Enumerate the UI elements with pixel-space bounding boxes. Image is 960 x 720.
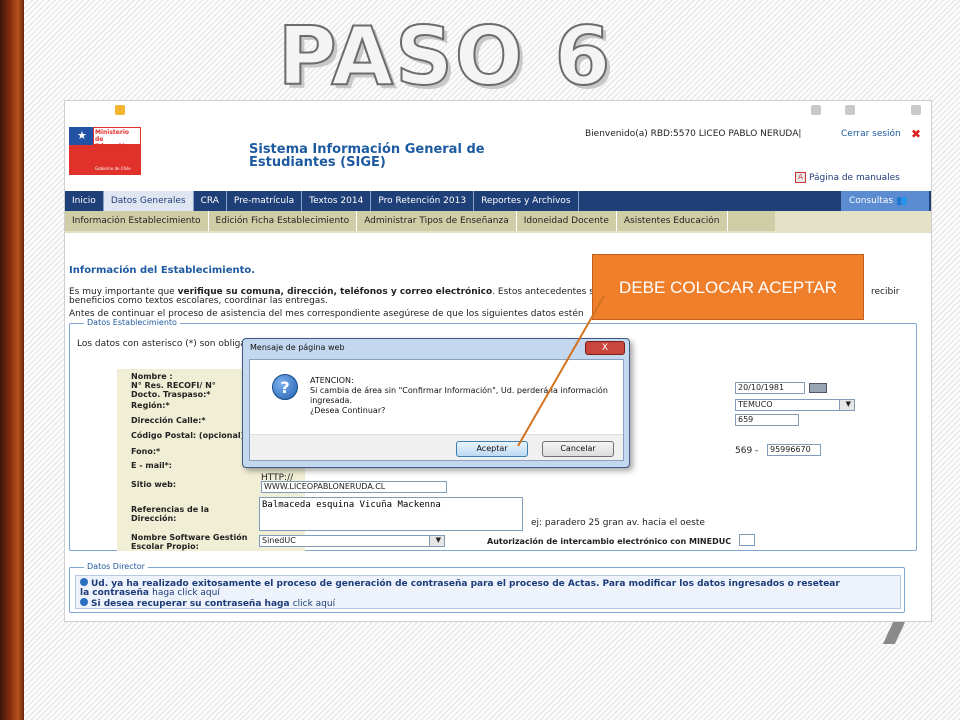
reset-link[interactable]: haga click aquí [152, 588, 220, 598]
intro-tail: recibir [871, 287, 900, 297]
label-region: Región:* [131, 401, 170, 410]
ministry-logo: ★ Ministerio de Educación Gobierno de Ch… [69, 127, 141, 175]
calendar-icon[interactable] [809, 383, 827, 393]
toolbar-icon [911, 105, 921, 115]
slide-left-bar [0, 0, 24, 720]
label-postal: Código Postal: (opcional) [131, 431, 245, 440]
info-bullet-icon [80, 578, 88, 586]
fieldset-legend: Datos Establecimiento [84, 318, 180, 327]
page-heading: Información del Establecimiento. [69, 265, 256, 276]
dialog-footer: Aceptar Cancelar [250, 434, 623, 460]
dialog-close-button[interactable]: X [585, 341, 625, 355]
slide-decoration [882, 622, 906, 644]
fono-input[interactable]: 95996670 [767, 444, 821, 456]
fecha-input[interactable]: 20/10/1981 [735, 382, 805, 394]
toolbar-icon [811, 105, 821, 115]
manual-label: Página de manuales [809, 173, 900, 183]
dialog-message: ATENCION: Si cambia de área sin "Confirm… [310, 376, 610, 416]
dialog-heading: ATENCION: [310, 376, 354, 385]
chevron-down-icon: ▼ [435, 536, 441, 544]
fono-code: 569 - [735, 446, 759, 456]
recover-link[interactable]: click aquí [293, 599, 335, 609]
main-nav: Inicio Datos Generales CRA Pre-matrícula… [65, 191, 931, 211]
director-legend: Datos Director [84, 562, 148, 571]
label-web: Sitio web: [131, 480, 177, 489]
label-referencias: Referencias de la Dirección: [131, 505, 210, 523]
slide-title: PASO 6 [277, 10, 613, 103]
tab-textos[interactable]: Textos 2014 [302, 191, 372, 211]
director-info-box: Ud. ya ha realizado exitosamente el proc… [75, 575, 901, 609]
dialog-title: Mensaje de página web [250, 343, 345, 352]
label-direccion: Dirección Calle:* [131, 416, 206, 425]
software-select[interactable]: SinedUC ▼ [259, 535, 445, 547]
subtab-idoneidad[interactable]: Idoneidad Docente [517, 211, 617, 231]
chevron-down-icon: ▼ [845, 400, 851, 408]
people-icon: 👥 [896, 196, 908, 206]
referencias-hint: ej: paradero 25 gran av. hacia el oeste [531, 518, 705, 528]
question-icon: ? [272, 374, 298, 400]
tab-pro-retencion[interactable]: Pro Retención 2013 [371, 191, 475, 211]
home-icon [115, 105, 125, 115]
close-icon[interactable]: ✖ [911, 127, 921, 141]
autorizacion-checkbox[interactable] [739, 534, 755, 546]
web-input[interactable]: WWW.LICEOPABLONERUDA.CL [261, 481, 447, 493]
info-text: la contraseña [80, 588, 149, 598]
pdf-icon: A [795, 172, 806, 183]
ministry-name: Ministerio de Educación [95, 129, 130, 150]
subtab-edicion[interactable]: Edición Ficha Establecimiento [209, 211, 358, 231]
intro-line-2: beneficios como textos escolares, coordi… [69, 296, 328, 306]
dialog-text: Si cambia de área sin "Confirmar Informa… [310, 386, 608, 405]
subtab-informacion[interactable]: Información Establecimiento [65, 211, 209, 231]
info-text: Si desea recuperar su contraseña haga [91, 599, 290, 609]
accept-button[interactable]: Aceptar [456, 441, 528, 457]
label-nombre: Nombre : [131, 372, 173, 381]
logout-link[interactable]: Cerrar sesión [841, 129, 901, 139]
subtab-asistentes[interactable]: Asistentes Educación [617, 211, 728, 231]
tab-pre-matricula[interactable]: Pre-matrícula [227, 191, 303, 211]
numero-input[interactable]: 659 [735, 414, 799, 426]
label-email: E - mail*: [131, 461, 172, 470]
comuna-value: TEMUCO [738, 400, 773, 409]
label-fono: Fono:* [131, 447, 161, 456]
info-line-1b: la contraseña haga click aquí [80, 588, 220, 598]
confirm-dialog: Mensaje de página web X ? ATENCION: Si c… [242, 338, 630, 468]
consultas-button[interactable]: Consultas 👥 [841, 191, 929, 211]
software-value: SinedUC [262, 536, 296, 545]
cancel-button[interactable]: Cancelar [542, 441, 614, 457]
browser-strip [65, 101, 931, 119]
tab-reportes[interactable]: Reportes y Archivos [474, 191, 579, 211]
manual-link[interactable]: A Página de manuales [795, 172, 900, 183]
site-header: ★ Ministerio de Educación Gobierno de Ch… [65, 121, 931, 191]
info-line-2: Si desea recuperar su contraseña haga cl… [80, 598, 335, 609]
referencias-textarea[interactable]: Balmaceda esquina Vicuña Mackenna [259, 497, 523, 531]
label-software: Nombre Software Gestión Escolar Propio: [131, 533, 248, 551]
tab-cra[interactable]: CRA [194, 191, 227, 211]
welcome-text: Bienvenido(a) RBD:5570 LICEO PABLO NERUD… [585, 129, 802, 139]
consultas-label: Consultas [849, 196, 894, 206]
label-autorizacion: Autorización de intercambio electrónico … [487, 537, 732, 546]
dialog-body: ? ATENCION: Si cambia de área sin "Confi… [249, 359, 624, 461]
subtab-tipos-ensenanza[interactable]: Administrar Tipos de Enseñanza [357, 211, 517, 231]
gov-name: Gobierno de Chile [95, 166, 131, 171]
dialog-question: ¿Desea Continuar? [310, 406, 386, 415]
system-name: Sistema Información General de Estudiant… [249, 142, 485, 170]
comuna-select[interactable]: TEMUCO ▼ [735, 399, 855, 411]
tab-datos-generales[interactable]: Datos Generales [103, 191, 194, 211]
info-bullet-icon [80, 598, 88, 606]
toolbar-icon [845, 105, 855, 115]
label-recofi: N° Res. RECOFI/ N° Docto. Traspaso:* [131, 381, 216, 399]
instruction-callout: DEBE COLOCAR ACEPTAR [592, 254, 864, 320]
tab-inicio[interactable]: Inicio [65, 191, 104, 211]
sub-nav: Información Establecimiento Edición Fich… [65, 211, 931, 233]
